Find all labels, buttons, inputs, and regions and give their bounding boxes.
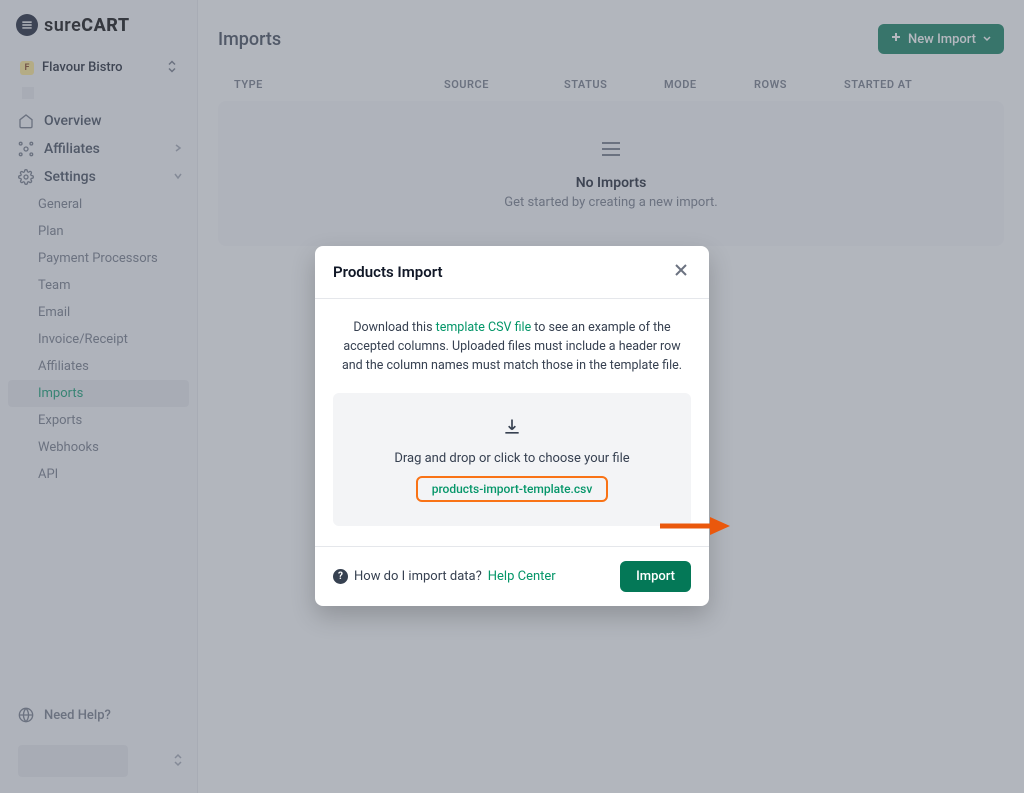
help-text: Download this template CSV file to see a… <box>333 319 691 375</box>
modal-title: Products Import <box>333 263 443 281</box>
modal-header: Products Import <box>315 246 709 299</box>
help-center-link[interactable]: Help Center <box>488 569 556 584</box>
modal-footer: ? How do I import data? Help Center Impo… <box>315 546 709 606</box>
footer-question: How do I import data? <box>354 569 482 584</box>
arrow-annotation <box>658 515 730 541</box>
drop-text: Drag and drop or click to choose your fi… <box>357 451 667 466</box>
selected-file-chip: products-import-template.csv <box>416 476 609 502</box>
modal-body: Download this template CSV file to see a… <box>315 299 709 546</box>
close-button[interactable] <box>671 262 691 282</box>
products-import-modal: Products Import Download this template C… <box>315 246 709 606</box>
footer-help: ? How do I import data? Help Center <box>333 569 556 584</box>
close-icon <box>674 263 688 281</box>
file-drop-zone[interactable]: Drag and drop or click to choose your fi… <box>333 393 691 526</box>
help-pre: Download this <box>353 320 435 335</box>
question-icon: ? <box>333 569 348 584</box>
import-button[interactable]: Import <box>620 561 691 592</box>
template-link[interactable]: template CSV file <box>436 320 532 335</box>
download-icon <box>357 417 667 441</box>
